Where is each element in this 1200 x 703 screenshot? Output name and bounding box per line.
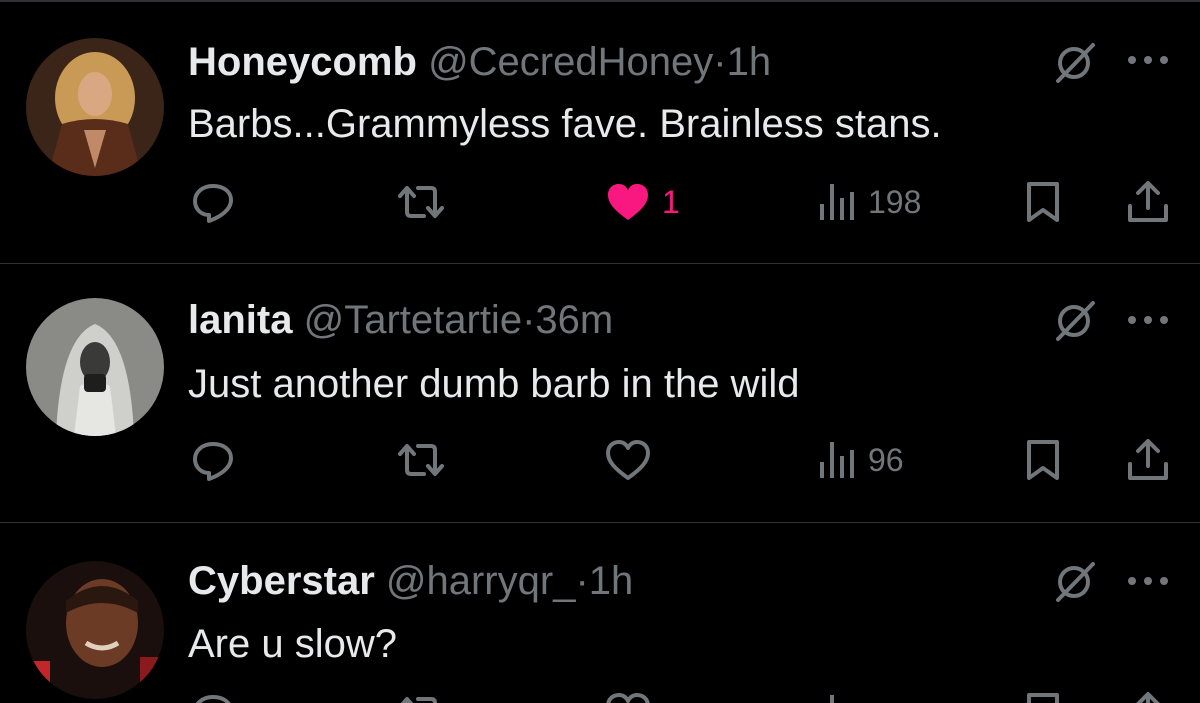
view-count: 96: [868, 441, 904, 478]
timestamp[interactable]: 1h: [727, 40, 772, 84]
retweet-button[interactable]: [394, 438, 448, 482]
like-button[interactable]: [604, 438, 652, 482]
separator-dot: ·: [522, 298, 536, 342]
tweet-text: Just another dumb barb in the wild: [188, 362, 800, 406]
share-icon: [1128, 439, 1168, 480]
share-icon: [1136, 692, 1160, 703]
display-name[interactable]: lanita: [188, 298, 292, 342]
tweet-header: Honeycomb @CecredHoney·1h: [188, 38, 771, 86]
views-button[interactable]: 198: [818, 180, 921, 224]
share-button[interactable]: [1126, 180, 1170, 224]
grok-icon[interactable]: [1052, 298, 1098, 344]
like-icon: [606, 693, 650, 703]
like-button[interactable]: 1: [604, 180, 680, 224]
tweet[interactable]: Honeycomb @CecredHoney·1h Barbs...Grammy…: [0, 0, 1200, 264]
reply-button[interactable]: [190, 180, 236, 224]
display-name[interactable]: Cyberstar: [188, 559, 375, 603]
like-count: 1: [662, 183, 680, 220]
separator-dot: ·: [575, 559, 589, 603]
timestamp[interactable]: 1h: [589, 559, 634, 603]
avatar[interactable]: [26, 561, 164, 699]
reply-icon: [195, 695, 231, 703]
tweet[interactable]: Cyberstar @harryqr_·1h Are u slow?: [0, 523, 1200, 703]
grok-icon[interactable]: [1052, 559, 1098, 605]
reply-button[interactable]: [190, 691, 236, 703]
views-button[interactable]: 96: [818, 438, 904, 482]
like-button[interactable]: [604, 691, 652, 703]
tweet-text: Are u slow?: [188, 622, 397, 666]
share-icon: [1128, 181, 1168, 222]
tweet-header: lanita @Tartetartie·36m: [188, 296, 613, 344]
view-count: 198: [868, 183, 922, 220]
retweet-button[interactable]: [394, 180, 448, 224]
tweet-text: Barbs...Grammyless fave. Brainless stans…: [188, 102, 942, 146]
views-icon: [820, 442, 854, 478]
tweet[interactable]: lanita @Tartetartie·36m Just another dum…: [0, 264, 1200, 523]
more-icon[interactable]: [1124, 571, 1172, 591]
timestamp[interactable]: 36m: [535, 298, 613, 342]
bookmark-icon: [1027, 182, 1059, 222]
bookmark-icon: [1027, 693, 1059, 703]
views-icon: [830, 695, 834, 703]
more-icon[interactable]: [1124, 50, 1172, 70]
retweet-icon: [398, 186, 444, 218]
reply-icon: [193, 184, 233, 223]
views-button[interactable]: [818, 691, 858, 703]
like-icon: [608, 184, 648, 220]
reply-button[interactable]: [190, 438, 236, 482]
tweet-header: Cyberstar @harryqr_·1h: [188, 557, 633, 605]
avatar[interactable]: [26, 38, 164, 176]
bookmark-button[interactable]: [1024, 438, 1062, 482]
reply-icon: [193, 442, 233, 481]
retweet-icon: [398, 444, 444, 476]
user-handle[interactable]: @Tartetartie: [304, 298, 522, 342]
like-icon: [606, 440, 650, 480]
user-handle[interactable]: @harryqr_: [386, 559, 576, 603]
retweet-icon: [400, 697, 437, 703]
more-icon[interactable]: [1124, 310, 1172, 330]
user-handle[interactable]: @CecredHoney: [428, 40, 713, 84]
views-icon: [820, 184, 854, 220]
share-button[interactable]: [1126, 691, 1170, 703]
bookmark-icon: [1027, 440, 1059, 480]
display-name[interactable]: Honeycomb: [188, 40, 417, 84]
bookmark-button[interactable]: [1024, 691, 1062, 703]
retweet-button[interactable]: [394, 691, 448, 703]
share-button[interactable]: [1126, 438, 1170, 482]
separator-dot: ·: [713, 40, 727, 84]
avatar[interactable]: [26, 298, 164, 436]
grok-icon[interactable]: [1052, 40, 1098, 86]
bookmark-button[interactable]: [1024, 180, 1062, 224]
